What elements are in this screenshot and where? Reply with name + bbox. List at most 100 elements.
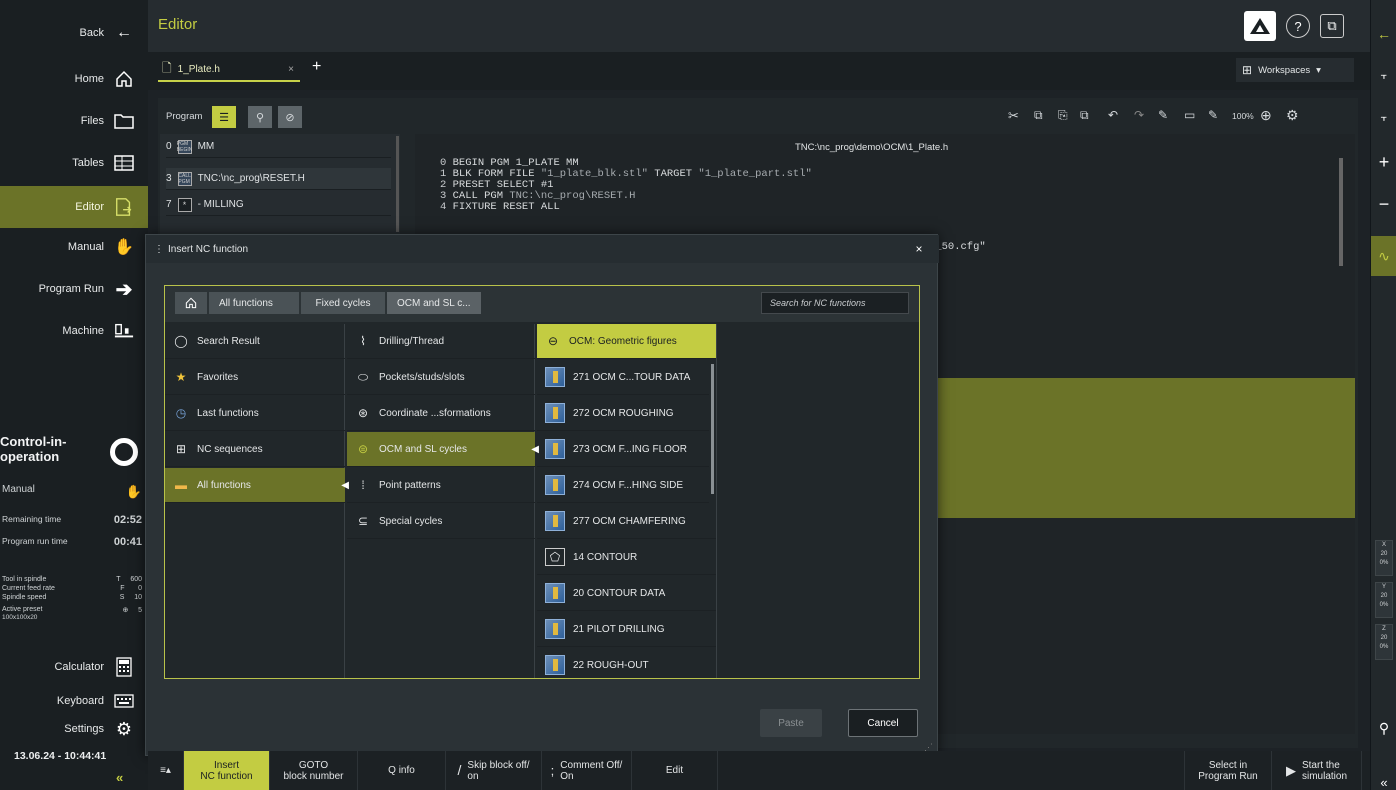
settings-gear-icon[interactable]: ⚙ bbox=[1286, 107, 1299, 124]
workspaces-dropdown[interactable]: ⊞ Workspaces ▾ bbox=[1236, 58, 1354, 82]
list-view-icon[interactable]: ☰ bbox=[212, 106, 236, 128]
list-item[interactable]: ⁞ Point patterns bbox=[347, 468, 535, 503]
list-item[interactable]: 273 OCM F...ING FLOOR bbox=[537, 432, 709, 467]
crumb-ocm-sl[interactable]: OCM and SL c... bbox=[387, 292, 481, 314]
copy-icon[interactable]: ⧉ bbox=[1034, 108, 1043, 123]
sidebar-item-program-run[interactable]: Program Run ➔ bbox=[0, 272, 148, 306]
edit-button[interactable]: Edit bbox=[632, 751, 718, 790]
window-switch-icon[interactable]: ⧉ bbox=[1320, 14, 1344, 38]
home-crumb-icon[interactable] bbox=[175, 292, 207, 314]
status-ring-icon bbox=[110, 438, 138, 466]
list-item[interactable]: ★ Favorites bbox=[165, 360, 345, 395]
list-item[interactable]: 272 OCM ROUGHING bbox=[537, 396, 709, 431]
sidebar-item-tables[interactable]: Tables bbox=[0, 146, 148, 180]
comment-toggle-button[interactable]: ; Comment Off/On bbox=[542, 751, 632, 790]
list-item-label: Coordinate ...sformations bbox=[379, 407, 491, 419]
replace-icon[interactable]: ⧉ bbox=[1080, 108, 1089, 123]
list-item-selected[interactable]: ⊜ OCM and SL cycles ◀ bbox=[347, 432, 539, 467]
probe-icon[interactable]: ⫟ bbox=[1371, 106, 1396, 130]
goto-block-button[interactable]: GOTO block number bbox=[270, 751, 358, 790]
sidebar-item-label: Machine bbox=[62, 325, 104, 337]
help-icon[interactable]: ? bbox=[1286, 14, 1310, 38]
list-item[interactable]: 22 ROUGH-OUT bbox=[537, 648, 716, 678]
select-in-program-run-button[interactable]: Select in Program Run bbox=[1184, 751, 1272, 790]
tool-measure-icon[interactable]: ⫟ bbox=[1371, 64, 1396, 88]
list-item[interactable]: 20 CONTOUR DATA bbox=[537, 576, 716, 611]
list-item[interactable]: ⬭ Pockets/studs/slots bbox=[347, 360, 535, 395]
sidebar-item-files[interactable]: Files bbox=[0, 104, 148, 138]
add-tab-icon[interactable]: + bbox=[312, 58, 321, 76]
start-simulation-button[interactable]: ▶ Start the simulation bbox=[1272, 751, 1362, 790]
sidebar-item-manual[interactable]: Manual ✋ bbox=[0, 230, 148, 264]
program-label: Program bbox=[166, 111, 203, 122]
datetime: 13.06.24 - 10:44:41 bbox=[14, 750, 107, 762]
dialog-header[interactable]: ⋮ Insert NC function bbox=[146, 235, 939, 263]
list-item-label: 271 OCM C...TOUR DATA bbox=[573, 371, 691, 383]
list-item[interactable]: 277 OCM CHAMFERING bbox=[537, 504, 716, 539]
geometric-icon: ⊖ bbox=[547, 334, 559, 348]
tool-key: T bbox=[116, 576, 121, 583]
list-item-label: All functions bbox=[197, 479, 251, 491]
cut-icon[interactable]: ✂ bbox=[1008, 108, 1019, 124]
sidebar-item-home[interactable]: Home bbox=[0, 62, 148, 96]
list-item-label: 277 OCM CHAMFERING bbox=[573, 515, 686, 527]
search-input[interactable]: Search for NC functions bbox=[761, 292, 909, 314]
close-icon[interactable]: × bbox=[911, 241, 927, 257]
redo-icon[interactable]: ↷ bbox=[1134, 108, 1144, 122]
wave-icon[interactable]: ∿ bbox=[1371, 236, 1396, 276]
list-item-selected[interactable]: ⊖ OCM: Geometric figures bbox=[537, 324, 716, 359]
zoom-icon[interactable]: ⊕ bbox=[1260, 107, 1272, 124]
save-icon[interactable]: ▭ bbox=[1184, 108, 1195, 122]
home-icon bbox=[114, 69, 134, 89]
list-item[interactable]: 0 PGM BEGIN MM bbox=[166, 136, 391, 158]
menu-toggle-icon[interactable]: ≡▴ bbox=[148, 751, 184, 790]
check-icon[interactable]: ⊘ bbox=[278, 106, 302, 128]
list-scrollbar[interactable] bbox=[396, 136, 399, 232]
axis-percent: 0% bbox=[1379, 560, 1389, 566]
list-item[interactable]: 21 PILOT DRILLING bbox=[537, 612, 716, 647]
arrow-left-icon[interactable]: ← bbox=[1371, 22, 1396, 46]
list-item[interactable]: 3 CALL PGM TNC:\nc_prog\RESET.H bbox=[166, 168, 391, 190]
function-column: ⊖ OCM: Geometric figures 271 OCM C...TOUR… bbox=[537, 324, 717, 678]
list-item-selected[interactable]: ▬ All functions ◀ bbox=[165, 468, 349, 503]
list-item[interactable]: ⌇ Drilling/Thread bbox=[347, 324, 535, 359]
collapse-sidebar-icon[interactable]: « bbox=[116, 770, 123, 785]
paste-icon[interactable]: ⎘ bbox=[1058, 108, 1068, 123]
undo-icon[interactable]: ↶ bbox=[1108, 108, 1118, 122]
list-item[interactable]: 271 OCM C...TOUR DATA bbox=[537, 360, 709, 395]
sidebar-item-editor[interactable]: Editor bbox=[0, 186, 148, 228]
minus-icon[interactable]: − bbox=[1371, 192, 1396, 216]
softkey-label: Edit bbox=[665, 765, 684, 776]
list-item[interactable]: 274 OCM F...HING SIDE bbox=[537, 468, 709, 503]
collapse-right-icon[interactable]: « bbox=[1371, 770, 1396, 790]
plus-icon[interactable]: + bbox=[1371, 150, 1396, 174]
list-item[interactable]: ◯ Search Result bbox=[165, 324, 345, 359]
drag-handle-icon[interactable]: ⋮ bbox=[154, 244, 164, 255]
crumb-fixed-cycles[interactable]: Fixed cycles bbox=[301, 292, 385, 314]
insert-nc-function-button[interactable]: Insert NC function bbox=[184, 751, 270, 790]
list-item[interactable]: ⊆ Special cycles bbox=[347, 504, 535, 539]
search-icon[interactable]: ⚲ bbox=[248, 106, 272, 128]
code-scrollbar[interactable] bbox=[1339, 158, 1343, 266]
save-as-icon[interactable]: ✎ bbox=[1208, 108, 1218, 122]
list-item[interactable]: ⊛ Coordinate ...sformations bbox=[347, 396, 535, 431]
skip-block-button[interactable]: / Skip block off/on bbox=[446, 751, 542, 790]
sidebar-item-machine[interactable]: Machine bbox=[0, 314, 148, 348]
list-item[interactable]: ◷ Last functions bbox=[165, 396, 345, 431]
close-tab-icon[interactable]: × bbox=[288, 64, 294, 75]
code-line[interactable]: 4 FIXTURE RESET ALL bbox=[440, 202, 560, 213]
column-scrollbar[interactable] bbox=[711, 364, 714, 494]
list-item[interactable]: ⊞ NC sequences bbox=[165, 432, 345, 467]
paste-button[interactable]: Paste bbox=[760, 709, 822, 737]
q-info-button[interactable]: Q info bbox=[358, 751, 446, 790]
list-item[interactable]: ⬠ 14 CONTOUR bbox=[537, 540, 716, 575]
cancel-button[interactable]: Cancel bbox=[848, 709, 918, 737]
sidebar-item-calculator[interactable]: Calculator bbox=[0, 650, 148, 684]
tab-1-plate[interactable]: 🗋 1_Plate.h × bbox=[158, 58, 300, 82]
user-icon[interactable]: ⚲ bbox=[1371, 716, 1396, 740]
sidebar-item-settings[interactable]: Settings ⚙ bbox=[0, 712, 148, 746]
crumb-all-functions[interactable]: All functions bbox=[209, 292, 299, 314]
list-item[interactable]: 7 * - MILLING bbox=[166, 194, 391, 216]
edit-file-icon[interactable]: ✎ bbox=[1158, 108, 1168, 122]
back-button[interactable]: Back ← bbox=[0, 18, 148, 48]
